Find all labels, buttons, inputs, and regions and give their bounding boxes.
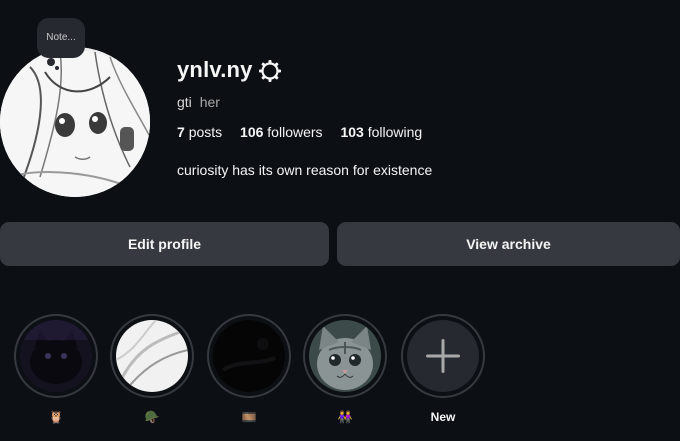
tabby-cat-photo <box>309 320 381 392</box>
highlight-label: 🪖 <box>144 410 160 424</box>
avatar-anime-drawing <box>0 47 150 197</box>
note-bubble-tail <box>47 58 55 66</box>
followers-count: 106 <box>240 124 264 140</box>
highlight-ring <box>14 314 98 398</box>
posts-stat[interactable]: 7 posts <box>177 124 222 140</box>
view-archive-button[interactable]: View archive <box>337 222 680 266</box>
profile-stats: 7 posts 106 followers 103 following <box>177 124 436 140</box>
note-text: Note... <box>46 32 76 43</box>
story-highlight[interactable]: 🦉 <box>13 314 99 424</box>
dark-photo <box>213 320 285 392</box>
story-highlight[interactable]: 🎞️ <box>206 314 292 424</box>
new-highlight-button[interactable]: New <box>400 314 486 424</box>
following-count: 103 <box>340 124 364 140</box>
name-row: gti her <box>177 94 220 110</box>
new-highlight-label: New <box>430 410 456 424</box>
dark-cat-photo <box>20 320 92 392</box>
following-label: following <box>367 124 423 140</box>
followers-label: followers <box>267 124 323 140</box>
highlight-ring <box>207 314 291 398</box>
highlight-ring <box>401 314 485 398</box>
avatar[interactable] <box>0 47 150 197</box>
pronouns: her <box>199 94 220 110</box>
new-highlight-circle <box>407 320 479 392</box>
posts-count: 7 <box>177 124 185 140</box>
bio: curiosity has its own reason for existen… <box>177 162 433 178</box>
followers-stat[interactable]: 106 followers <box>240 124 323 140</box>
white-sketch-photo <box>116 320 188 392</box>
note-bubble[interactable]: Note... <box>37 18 85 58</box>
display-name: gti <box>177 94 192 110</box>
highlight-label: 🎞️ <box>241 410 257 424</box>
highlight-ring <box>303 314 387 398</box>
highlight-ring <box>110 314 194 398</box>
plus-icon <box>426 339 460 373</box>
username: ynlv.ny <box>177 57 253 82</box>
highlight-label: 🦉 <box>48 410 64 424</box>
story-highlight[interactable]: 👭 <box>302 314 388 424</box>
gear-icon[interactable] <box>258 59 282 83</box>
story-highlight[interactable]: 🪖 <box>109 314 195 424</box>
edit-profile-button[interactable]: Edit profile <box>0 222 329 266</box>
highlight-label: 👭 <box>337 410 353 424</box>
posts-label: posts <box>188 124 223 140</box>
note-bubble-tail-dot <box>55 66 59 70</box>
following-stat[interactable]: 103 following <box>340 124 422 140</box>
